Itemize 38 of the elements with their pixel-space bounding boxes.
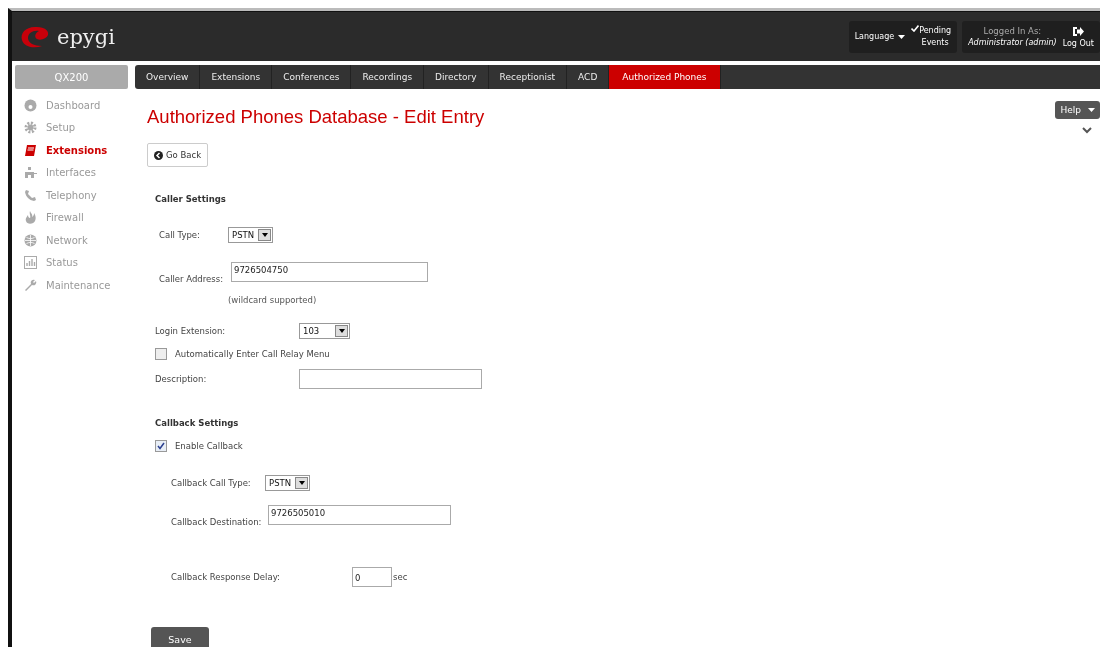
device-label: QX200 [15,65,128,89]
pending-events-button[interactable]: Pending Events [911,24,952,49]
field-label: Callback Destination: [171,517,263,527]
help-button[interactable]: Help [1055,101,1100,119]
nav-tab[interactable]: Extensions [200,65,273,89]
sidebar-item[interactable]: Extensions [24,139,144,162]
nav-tab[interactable]: Directory [424,65,489,89]
go-back-button[interactable]: Go Back [147,143,209,167]
caller-address-field[interactable]: 9726504750 [231,262,428,282]
user-name: Administrator (admin) [968,36,1057,49]
nav-tab[interactable]: Overview [135,65,201,89]
nav-tab[interactable]: Conferences [272,65,352,89]
checkbox-label: Enable Callback [175,441,243,451]
call-type-select[interactable]: PSTN [228,227,274,243]
nav-tab[interactable]: Recordings [351,65,425,89]
login-extension-select[interactable]: 103 [299,323,350,339]
page-title: Authorized Phones Database - Edit Entry [147,106,485,128]
hint-text: (wildcard supported) [228,295,317,305]
save-button[interactable]: Save [151,627,209,647]
callback-call-type-select[interactable]: PSTN [265,475,311,491]
callback-destination-field[interactable]: 9726505010 [268,505,451,525]
section-heading: Caller Settings [155,194,226,204]
field-label: Description: [155,374,208,384]
field-label: Callback Response Delay: [170,572,281,582]
logged-in-label: Logged In As: [983,24,1042,37]
nav-tab[interactable]: Authorized Phones [609,65,721,89]
nav-tab[interactable]: Receptionist [488,65,568,89]
response-delay-field[interactable]: 0 [352,567,392,587]
field-label: Call Type: [158,230,201,240]
field-label: Login Extension: [155,326,227,336]
language-menu[interactable]: Language [854,32,906,41]
section-heading: Callback Settings [155,418,239,428]
field-label: Callback Call Type: [171,478,252,488]
logout-button[interactable]: Log Out [1062,25,1094,48]
field-label: Caller Address: [158,274,224,284]
checkbox-label: Automatically Enter Call Relay Menu [175,349,330,359]
unit-label: sec [393,572,408,582]
logo-text: epygi [57,24,115,49]
